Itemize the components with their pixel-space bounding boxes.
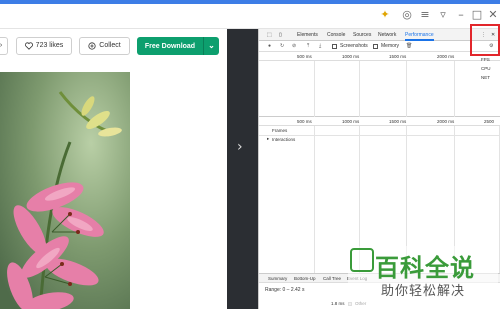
screenshots-checkbox[interactable]: [332, 44, 337, 49]
browser-accent-bar: [0, 0, 500, 4]
lily-photo[interactable]: [0, 72, 130, 309]
screenshots-label: Screenshots: [340, 43, 368, 49]
lily-image: [0, 72, 130, 309]
reload-icon[interactable]: ↻: [280, 41, 284, 52]
ruler-tick: 1500 ms: [389, 54, 407, 59]
heart-icon: [24, 42, 33, 50]
share-icon: ›: [0, 42, 3, 49]
collect-label: Collect: [99, 42, 121, 49]
watermark-subtitle: 助你轻松解决: [381, 284, 466, 299]
shirt-icon[interactable]: ▿: [436, 9, 450, 21]
extension-icon[interactable]: ✦: [378, 9, 392, 21]
legend-value: 1.8 ms: [331, 301, 345, 306]
track-net: NET: [481, 75, 490, 80]
menu-icon[interactable]: ≡: [418, 9, 432, 21]
tab-call-tree[interactable]: Call Tree: [323, 274, 341, 284]
track-divider: [259, 135, 500, 136]
frames-track-label: Frames: [272, 128, 288, 133]
highlight-box: [470, 24, 500, 56]
chevron-right-icon[interactable]: ›: [237, 138, 251, 156]
collect-button[interactable]: Collect: [79, 37, 130, 55]
minimize-icon[interactable]: –: [454, 9, 468, 21]
close-window-icon[interactable]: ✕: [486, 9, 500, 21]
main-ruler: 500 ms 1000 ms 1500 ms 2000 ms 2500: [259, 117, 500, 126]
tab-network[interactable]: Network: [378, 29, 396, 41]
free-download-button[interactable]: Free Download ⌄: [137, 37, 219, 55]
overview-ruler: 500 ms 1000 ms 1500 ms 2000 ms: [259, 52, 500, 61]
tab-summary[interactable]: Summary: [268, 274, 287, 284]
track-cpu: CPU: [481, 66, 491, 71]
device-toggle-icon[interactable]: ▯: [279, 29, 282, 41]
free-download-label: Free Download: [144, 42, 196, 50]
ruler-tick: 500 ms: [297, 54, 312, 59]
plus-circle-icon: [88, 42, 96, 50]
tab-sources[interactable]: Sources: [353, 29, 371, 41]
browser-toolbar: ✦ ◎ ≡ ▿ – □ ✕: [0, 0, 500, 29]
ruler-tick: 500 ms: [297, 119, 312, 124]
tab-console[interactable]: Console: [327, 29, 345, 41]
timeline-overview[interactable]: FPS CPU NET: [259, 57, 500, 117]
tab-bottom-up[interactable]: Bottom-Up: [294, 274, 316, 284]
share-button[interactable]: ›: [0, 37, 8, 55]
ruler-tick: 2500: [484, 119, 495, 124]
expand-interactions-icon[interactable]: ▸: [267, 136, 269, 142]
watermark-logo-icon: [350, 248, 374, 272]
ruler-tick: 1000 ms: [342, 119, 360, 124]
record-icon[interactable]: ●: [268, 41, 271, 52]
download-icon[interactable]: ⤓: [319, 41, 321, 52]
memory-checkbox[interactable]: [373, 44, 378, 49]
memory-label: Memory: [381, 43, 400, 49]
track-fps: FPS: [481, 57, 490, 62]
watermark-title: 百科全说: [375, 254, 475, 282]
devtools-tab-bar: ⬚ ▯ Elements Console Sources Network Per…: [259, 29, 500, 41]
maximize-icon[interactable]: □: [470, 9, 484, 21]
range-text: Range: 0 – 2.42 s: [265, 287, 305, 293]
ruler-tick: 1500 ms: [389, 119, 407, 124]
likes-count: 723 likes: [35, 42, 64, 49]
upload-icon[interactable]: ⤒: [307, 41, 309, 52]
tab-performance[interactable]: Performance: [405, 29, 434, 41]
ruler-tick: 2000 ms: [437, 119, 455, 124]
ruler-tick: 1000 ms: [342, 54, 360, 59]
ruler-tick: 2000 ms: [437, 54, 455, 59]
chevron-down-icon[interactable]: ⌄: [203, 37, 219, 55]
gallery-panel: [227, 29, 258, 309]
gamepad-icon[interactable]: ◎: [400, 9, 414, 21]
tab-elements[interactable]: Elements: [297, 29, 318, 41]
performance-toolbar: ● ↻ ⊘ ⤒ ⤓ Screenshots Memory 🗑 ⚙: [259, 41, 500, 52]
inspect-icon[interactable]: ⬚: [267, 29, 272, 41]
like-button[interactable]: 723 likes: [16, 37, 72, 55]
clear-icon[interactable]: ⊘: [292, 41, 296, 52]
interactions-track-label: Interactions: [272, 137, 296, 142]
trash-icon[interactable]: 🗑: [406, 41, 412, 52]
